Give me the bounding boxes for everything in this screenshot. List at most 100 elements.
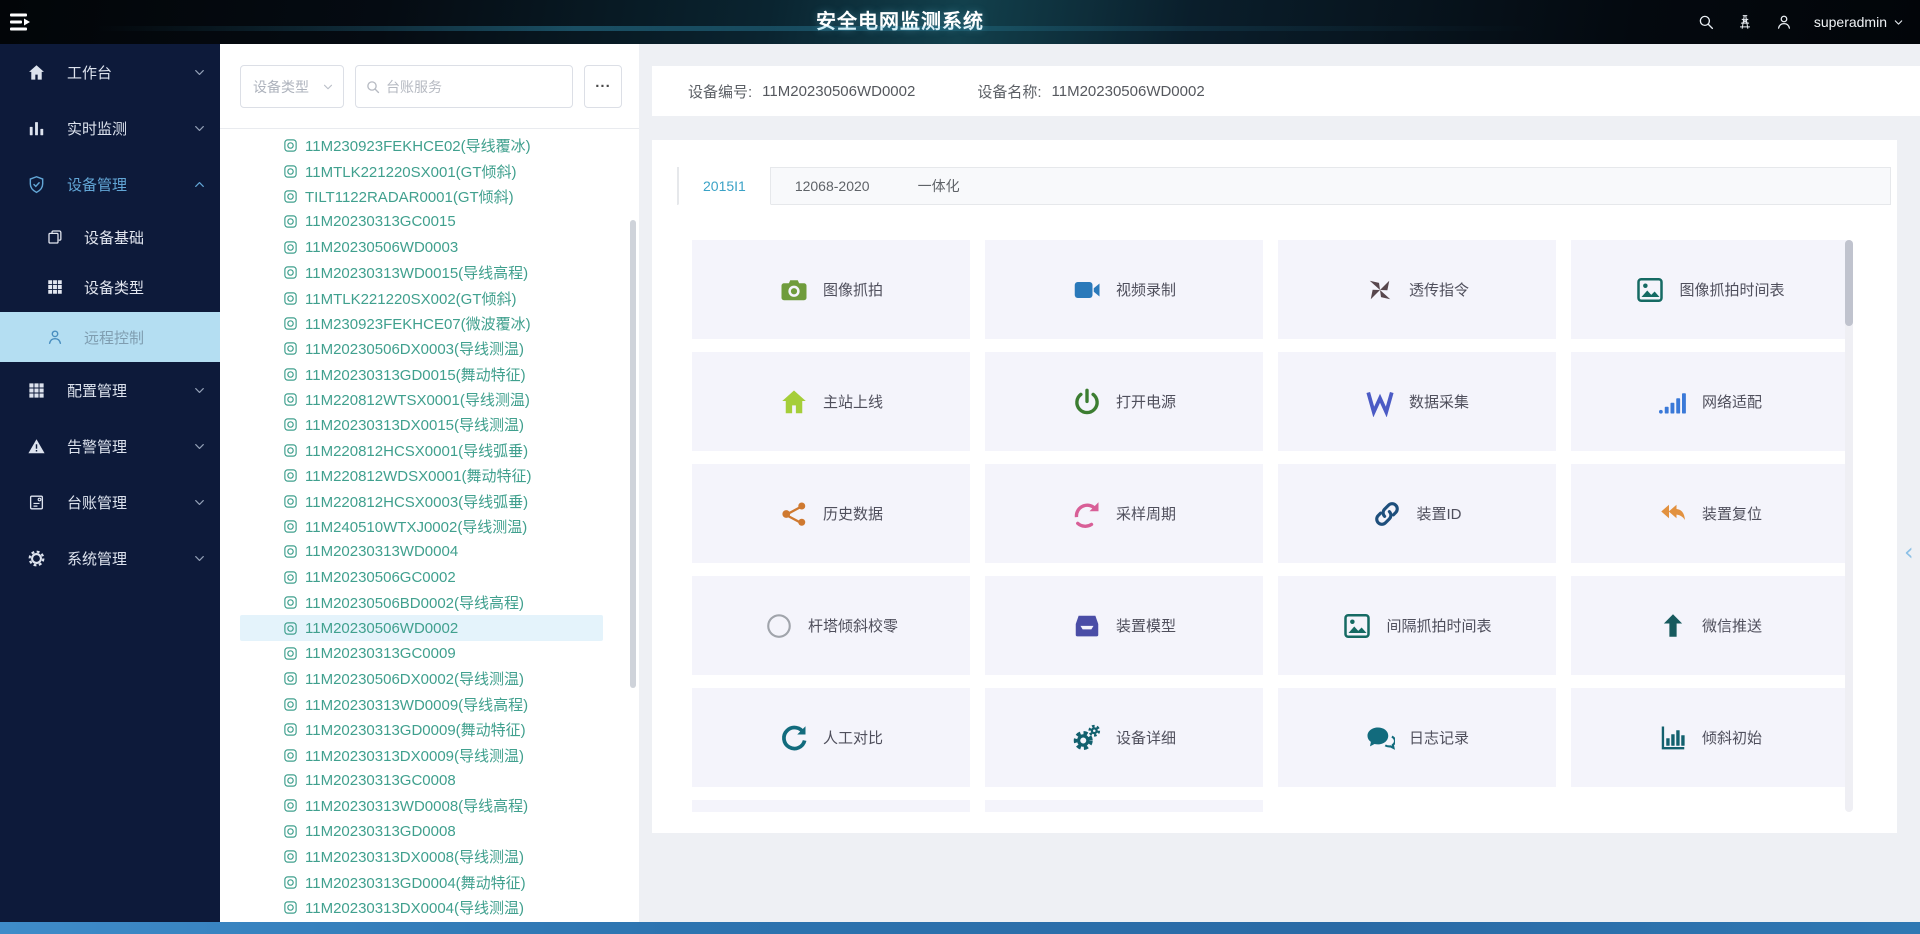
sidebar-subitem-3-3[interactable]: 远程控制	[0, 312, 220, 362]
device-list-item[interactable]: 11M20230313GC0009	[240, 641, 603, 666]
device-item-icon	[283, 849, 298, 864]
sidebar-item-1[interactable]: 工作台	[0, 44, 220, 100]
device-item-label: 11M20230506WD0003	[305, 239, 458, 256]
device-item-label: 11M230923FEKHCE02(导线覆冰)	[305, 135, 531, 156]
transmission-tower-icon[interactable]	[1736, 13, 1754, 31]
ledger-search-input[interactable]	[386, 66, 564, 107]
device-item-icon	[283, 341, 298, 356]
device-list-item[interactable]: 11MTLK221220SX001(GT倾斜)	[240, 158, 603, 183]
action-button[interactable]: 历史数据	[692, 464, 970, 563]
device-list-item[interactable]: 11MTLK221220SX002(GT倾斜)	[240, 285, 603, 310]
device-list-item[interactable]: 11M20230313DX0004(导线测温)	[240, 895, 603, 918]
action-label: 装置复位	[1702, 503, 1762, 524]
action-button[interactable]: 日志记录	[1278, 688, 1556, 787]
device-list-item[interactable]: 11M20230313WD0008(导线高程)	[240, 793, 603, 818]
user-menu[interactable]: superadmin	[1814, 14, 1904, 30]
tab-2015i1[interactable]: 2015I1	[678, 167, 771, 205]
action-button[interactable]: 装置复位	[1571, 464, 1849, 563]
device-list-item[interactable]: 11M20230313GD0008	[240, 819, 603, 844]
shield-icon	[27, 175, 46, 194]
chevron-down-icon	[322, 81, 334, 93]
device-list-item[interactable]: 11M20230506BD0002(导线高程)	[240, 590, 603, 615]
device-list-item[interactable]: 11M20230506GC0002	[240, 565, 603, 590]
action-button[interactable]: 数据采集	[1278, 352, 1556, 451]
search-icon[interactable]	[1697, 13, 1715, 31]
device-list-item[interactable]: 11M20230313DX0015(导线测温)	[240, 412, 603, 437]
device-list-item[interactable]: 11M20230313WD0004	[240, 539, 603, 564]
device-list-item[interactable]: 11M20230313GD0009(舞动特征)	[240, 717, 603, 742]
user-icon	[46, 328, 64, 346]
device-list-item[interactable]: 11M20230313DX0009(导线测温)	[240, 742, 603, 767]
action-button[interactable]: 设备详细	[985, 688, 1263, 787]
action-button[interactable]: 杆塔倾斜校零	[692, 576, 970, 675]
menu-toggle-icon[interactable]	[9, 10, 35, 34]
action-label: 间隔抓拍时间表	[1386, 615, 1491, 636]
camera-icon	[779, 275, 809, 305]
device-list-item[interactable]: 11M20230313WD0015(导线高程)	[240, 260, 603, 285]
pinwheel-icon	[1365, 275, 1395, 305]
device-list: 11M230923FEKHCE02(导线覆冰)11MTLK221220SX001…	[220, 130, 633, 918]
device-list-item[interactable]: 11M20230506WD0003	[240, 235, 603, 260]
sidebar-subitem-3-1[interactable]: 设备基础	[0, 212, 220, 262]
action-button[interactable]: 倾斜初始	[1571, 688, 1849, 787]
device-list-item[interactable]: 11M220812WTSX0001(导线测温)	[240, 387, 603, 412]
device-item-icon	[283, 367, 298, 382]
device-item-icon	[283, 824, 298, 839]
device-list-item[interactable]: 11M240510WTXJ0002(导线测温)	[240, 514, 603, 539]
action-button[interactable]: 间隔抓拍时间表	[1278, 576, 1556, 675]
action-button[interactable]: 打开电源	[985, 352, 1263, 451]
device-list-item[interactable]: 11M220812HCSX0001(导线弧垂)	[240, 438, 603, 463]
tab-12068-2020[interactable]: 12068-2020	[771, 167, 894, 205]
device-list-item[interactable]: 11M230923FEKHCE02(导线覆冰)	[240, 133, 603, 158]
device-list-item[interactable]: 11M20230313GC0015	[240, 209, 603, 234]
sidebar-item-7[interactable]: 系统管理	[0, 530, 220, 586]
sidebar-item-2[interactable]: 实时监测	[0, 100, 220, 156]
device-list-item[interactable]: 11M220812WDSX0001(舞动特征)	[240, 463, 603, 488]
sidebar-item-4[interactable]: 配置管理	[0, 362, 220, 418]
action-grid-scrollbar[interactable]	[1845, 240, 1853, 812]
sidebar-subitem-3-2[interactable]: 设备类型	[0, 262, 220, 312]
tab-一体化[interactable]: 一体化	[894, 167, 984, 205]
device-item-label: 11M20230506DX0002(导线测温)	[305, 668, 524, 689]
action-button[interactable]: 透传指令	[1278, 240, 1556, 339]
device-list-item[interactable]: 11M20230506WD0002	[240, 615, 603, 640]
action-button[interactable]: 人工对比	[692, 688, 970, 787]
device-list-item[interactable]: 11M20230313DX0008(导线测温)	[240, 844, 603, 869]
device-list-item[interactable]: TILT1122RADAR0001(GT倾斜)	[240, 184, 603, 209]
user-icon[interactable]	[1775, 13, 1793, 31]
device-list-item[interactable]: 11M20230506DX0002(导线测温)	[240, 666, 603, 691]
sidebar-item-3[interactable]: 设备管理	[0, 156, 220, 212]
device-list-item[interactable]: 11M230923FEKHCE07(微波覆冰)	[240, 311, 603, 336]
device-item-label: 11M20230313GD0004(舞动特征)	[305, 872, 526, 893]
action-button[interactable]: 装置模型	[985, 576, 1263, 675]
device-list-scrollbar[interactable]	[630, 220, 636, 688]
device-list-item[interactable]: 11M20230313GC0008	[240, 768, 603, 793]
action-button[interactable]: 视频录制	[985, 240, 1263, 339]
action-button-partial[interactable]	[692, 800, 970, 812]
device-type-select[interactable]: 设备类型	[240, 65, 344, 108]
panel-collapse-chevron-icon[interactable]: ‹	[1904, 540, 1914, 564]
action-button-partial[interactable]	[985, 800, 1263, 812]
action-button[interactable]: 图像抓拍	[692, 240, 970, 339]
more-options-button[interactable]: ...	[584, 65, 622, 108]
action-button[interactable]: 采样周期	[985, 464, 1263, 563]
sidebar-item-5[interactable]: 告警管理	[0, 418, 220, 474]
device-list-item[interactable]: 11M20230313GD0004(舞动特征)	[240, 869, 603, 894]
action-button[interactable]: 图像抓拍时间表	[1571, 240, 1849, 339]
device-list-item[interactable]: 11M20230313GD0015(舞动特征)	[240, 362, 603, 387]
device-list-item[interactable]: 11M220812HCSX0003(导线弧垂)	[240, 488, 603, 513]
device-list-item[interactable]: 11M20230506DX0003(导线测温)	[240, 336, 603, 361]
action-button[interactable]: 主站上线	[692, 352, 970, 451]
chevron-down-icon	[193, 552, 206, 565]
device-item-label: 11M20230313GD0009(舞动特征)	[305, 719, 526, 740]
top-bar: 安全电网监测系统 superadmin	[0, 0, 1920, 44]
sidebar-item-6[interactable]: 台账管理	[0, 474, 220, 530]
action-button[interactable]: 装置ID	[1278, 464, 1556, 563]
device-item-label: 11M20230313DX0015(导线测温)	[305, 414, 524, 435]
scrollbar-thumb[interactable]	[1845, 240, 1853, 326]
device-item-label: 11M220812HCSX0001(导线弧垂)	[305, 440, 528, 461]
device-list-item[interactable]: 11M20230313WD0009(导线高程)	[240, 692, 603, 717]
action-button[interactable]: 网络适配	[1571, 352, 1849, 451]
action-button[interactable]: 微信推送	[1571, 576, 1849, 675]
chevron-down-icon	[193, 122, 206, 135]
